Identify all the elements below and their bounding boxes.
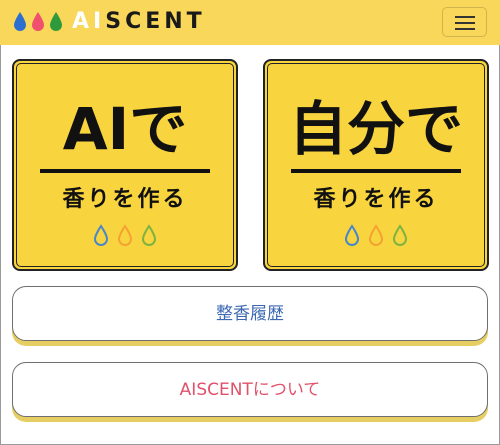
card-divider	[40, 169, 210, 173]
menu-toggle-button[interactable]	[442, 7, 487, 37]
logo-drop-green-icon	[50, 12, 62, 31]
brand-name: AISCENT	[72, 8, 206, 36]
card-subtitle: 香りを作る	[62, 187, 188, 212]
brand-logo[interactable]: AISCENT	[12, 8, 206, 36]
navbar: AISCENT	[0, 0, 500, 45]
card-title: 自分で	[288, 95, 463, 163]
drop-green-icon	[141, 224, 157, 246]
drop-blue-icon	[93, 224, 109, 246]
drop-orange-icon	[368, 224, 384, 246]
about-button[interactable]: AISCENTについて	[12, 362, 488, 417]
drop-orange-icon	[117, 224, 133, 246]
drop-green-icon	[392, 224, 408, 246]
drop-blue-icon	[344, 224, 360, 246]
logo-drop-red-icon	[32, 12, 44, 31]
card-divider	[291, 169, 461, 173]
self-create-card[interactable]: 自分で 香りを作る	[263, 59, 489, 271]
card-title: AIで	[62, 95, 188, 163]
ai-create-card[interactable]: AIで 香りを作る	[12, 59, 238, 271]
card-subtitle: 香りを作る	[313, 187, 439, 212]
logo-drop-blue-icon	[14, 12, 26, 31]
logo-drops-icon	[14, 12, 62, 31]
card-drops	[265, 224, 487, 246]
brand-ai: AI	[72, 9, 106, 34]
brand-scent: SCENT	[105, 9, 206, 34]
history-button[interactable]: 整香履歴	[12, 286, 488, 341]
card-drops	[14, 224, 236, 246]
